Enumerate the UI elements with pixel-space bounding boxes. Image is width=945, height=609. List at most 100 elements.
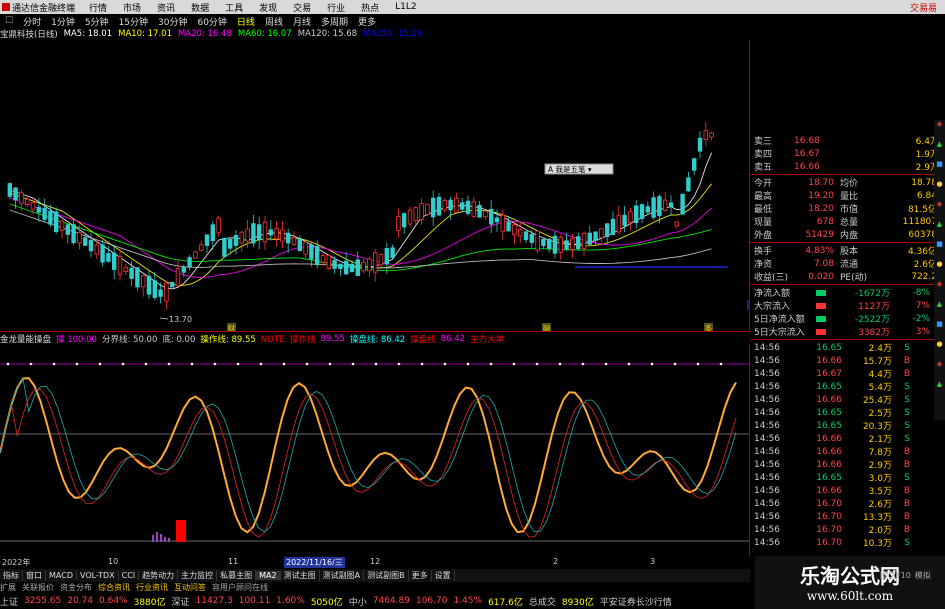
menu-item-hot[interactable]: 热点: [353, 1, 387, 14]
top-line-dot: [719, 362, 723, 366]
candle-body: [274, 228, 279, 240]
tab-ma2[interactable]: MA2: [256, 571, 281, 580]
menu-item-quotes[interactable]: 行情: [81, 1, 115, 14]
tab-trend-power[interactable]: 趋势动力: [139, 570, 179, 581]
side-tool-icon[interactable]: ■: [934, 240, 945, 260]
side-tool-icon[interactable]: ◆: [934, 360, 945, 380]
tab-indicator[interactable]: 指标: [0, 570, 23, 581]
candle-body: [697, 137, 703, 152]
period-weekly[interactable]: 周线: [260, 15, 288, 28]
side-tool-icon[interactable]: ▲: [934, 220, 945, 240]
period-intraday[interactable]: 分时: [18, 15, 46, 28]
tab-more[interactable]: 更多: [409, 570, 432, 581]
period-15min[interactable]: 15分钟: [114, 15, 153, 28]
side-tool-icon[interactable]: ■: [934, 320, 945, 340]
side-tool-icon[interactable]: ▲: [934, 300, 945, 320]
sub-status-4[interactable]: 行业资讯: [136, 582, 168, 593]
tab-window[interactable]: 窗口: [23, 570, 46, 581]
sub-status-2[interactable]: 资金分布: [60, 582, 92, 593]
float-tag[interactable]: A 我是五笔 ▾: [544, 163, 614, 175]
stat-row: 外盘 51429 内盘 60378: [750, 228, 945, 242]
tab-cci[interactable]: CCI: [119, 571, 140, 580]
side-tool-icon[interactable]: ▲: [934, 380, 945, 400]
candlestick-chart[interactable]: 13.70 A 我是五笔 ▾ 财 融 条: [0, 40, 750, 332]
tick-row: 14:56 16.70 2.6万 B: [750, 497, 945, 511]
period-more[interactable]: 更多: [353, 15, 381, 28]
tab-f10[interactable]: 图文F10: [880, 570, 911, 581]
menu-item-industry[interactable]: 行业: [319, 1, 353, 14]
period-daily[interactable]: 日线: [232, 15, 260, 28]
menu-item-market[interactable]: 市场: [115, 1, 149, 14]
period-1min[interactable]: 1分钟: [46, 15, 80, 28]
candle-body: [709, 132, 714, 138]
tick-list[interactable]: 14:56 16.65 2.4万 S 14:56 16.66 15.7万 B 14:56 16.6…: [750, 341, 945, 550]
menu-item-discover[interactable]: 发现: [251, 1, 285, 14]
sub-status-6[interactable]: 容用户顾问在线: [212, 582, 268, 593]
status-item: 7464.89: [372, 596, 410, 606]
tick-price: 16.65: [816, 472, 842, 483]
menu-item-trade[interactable]: 交易: [285, 1, 319, 14]
flow-pct: -8%: [912, 287, 930, 298]
menu-item-tools[interactable]: 工具: [217, 1, 251, 14]
top-line-dot: [489, 362, 493, 366]
period-multi[interactable]: 多周期: [316, 15, 353, 28]
period-30min[interactable]: 30分钟: [153, 15, 192, 28]
menu-trade-link[interactable]: 交易易: [910, 1, 945, 14]
float-tag-text: A 我是五笔 ▾: [548, 164, 592, 174]
top-line-dot: [75, 362, 79, 366]
status-item: 1.45%: [453, 596, 483, 606]
top-line-dot: [466, 362, 470, 366]
side-tool-icon[interactable]: ●: [934, 340, 945, 360]
status-item: 3255.65: [24, 596, 62, 606]
tick-side: B: [903, 524, 910, 535]
indicator-chart[interactable]: 100.0080.0060.0040.0020.000.00: [0, 345, 750, 557]
tick-time: 14:56: [754, 472, 780, 483]
candle-body: [430, 197, 436, 218]
side-tool-icon[interactable]: ▲: [934, 140, 945, 160]
sub-status-1[interactable]: 关联报价: [22, 582, 54, 593]
side-tool-icon[interactable]: ◆: [934, 200, 945, 220]
side-tool-icon[interactable]: ■: [934, 160, 945, 180]
side-tool-icon[interactable]: ●: [934, 260, 945, 280]
tab-vol-tdx[interactable]: VOL-TDX: [77, 571, 119, 580]
status-item: 617.6亿: [488, 597, 523, 608]
tab-main-monitor[interactable]: 主力监控: [178, 570, 218, 581]
status-item[interactable]: 平安证券长沙行情: [600, 595, 672, 608]
stat-label-2: 量比: [840, 192, 859, 202]
tab-test-sub-a[interactable]: 测试副图A: [320, 570, 365, 581]
stat-value: 7.08: [813, 258, 834, 269]
tick-side: B: [903, 498, 910, 509]
tab-macd[interactable]: MACD: [46, 571, 77, 580]
stat-row: 最高 19.20 量比 6.84: [750, 189, 945, 203]
sub-status-3[interactable]: 综合资讯: [98, 582, 130, 593]
candle-body: [140, 275, 146, 288]
sub-status-0[interactable]: 扩展: [0, 582, 16, 593]
menu-item-data[interactable]: 数据: [183, 1, 217, 14]
period-monthly[interactable]: 月线: [288, 15, 316, 28]
tab-settings[interactable]: 设置: [432, 570, 455, 581]
tab-test-main[interactable]: 测试主图: [281, 570, 320, 581]
period-60min[interactable]: 60分钟: [192, 15, 231, 28]
side-tool-icon[interactable]: ◆: [934, 280, 945, 300]
top-line-dot: [144, 362, 148, 366]
side-tool-icon[interactable]: ●: [934, 180, 945, 200]
candle-body: [610, 218, 616, 235]
top-line-dot: [52, 362, 56, 366]
candle-body: [512, 224, 517, 236]
candle-body: [425, 203, 430, 215]
top-line-dot: [351, 362, 355, 366]
sub-status-5[interactable]: 互动问答: [174, 582, 206, 593]
date-tick-3: 3: [650, 557, 656, 566]
side-tool-icon[interactable]: ◆: [934, 120, 945, 140]
tab-test-sub-b[interactable]: 测试副图B: [364, 570, 409, 581]
period-5min[interactable]: 5分钟: [80, 15, 114, 28]
indicator-name[interactable]: 金龙量能操盘: [0, 333, 51, 345]
tab-private-main[interactable]: 私募主图: [217, 570, 257, 581]
tick-volume: 2.4万: [868, 344, 892, 354]
tab-simulate[interactable]: 模拟: [915, 570, 931, 581]
period-icon[interactable]: ☐: [0, 16, 18, 26]
candle-body: [94, 244, 99, 255]
menu-item-l1l2[interactable]: L1L2: [387, 2, 424, 12]
status-item: 106.70: [415, 596, 448, 606]
menu-item-news[interactable]: 资讯: [149, 1, 183, 14]
